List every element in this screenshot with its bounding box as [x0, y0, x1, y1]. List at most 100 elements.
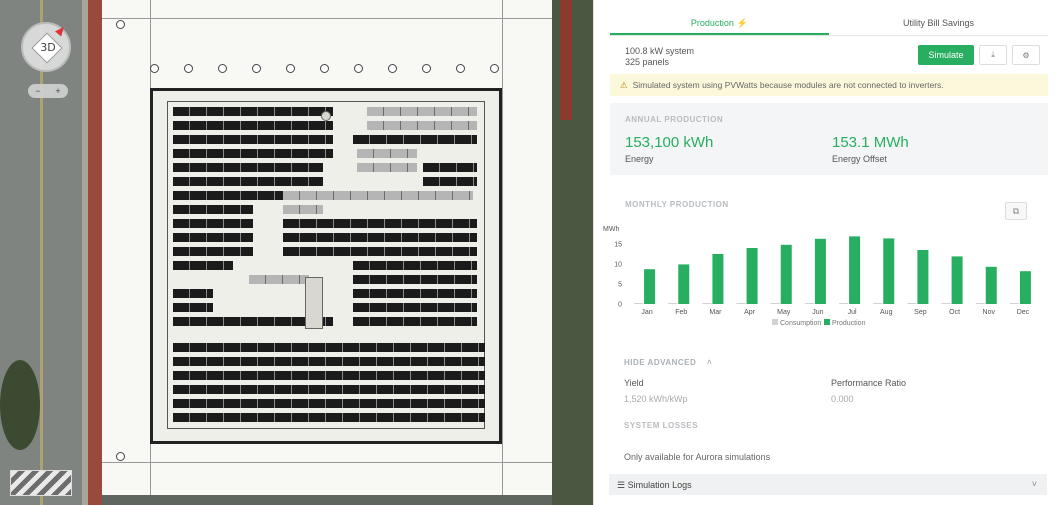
tab-utility-bill-savings[interactable]: Utility Bill Savings — [829, 10, 1048, 35]
copy-chart-button[interactable]: ⧉ — [1005, 202, 1027, 220]
panel-row[interactable] — [173, 289, 213, 298]
tab-bar: Production ⚡ Utility Bill Savings — [610, 10, 1048, 36]
panel-row[interactable] — [173, 385, 485, 394]
panel-row[interactable] — [173, 107, 333, 116]
panel-count: 325 panels — [625, 57, 670, 67]
y-axis-label: MWh — [603, 226, 619, 233]
panel-row[interactable] — [423, 177, 477, 186]
simulate-button[interactable]: Simulate — [918, 45, 974, 65]
panel-row[interactable] — [173, 205, 253, 214]
grid-bubble — [388, 64, 397, 73]
roof-vent[interactable] — [321, 111, 331, 121]
pvwatts-warning: ⚠ Simulated system using PVWatts because … — [610, 74, 1048, 96]
zoom-control[interactable]: − + — [28, 84, 68, 98]
roof-outline[interactable] — [150, 88, 502, 444]
panel-row[interactable] — [353, 289, 477, 298]
annual-production-card: ANNUAL PRODUCTION 153,100 kWh Energy 153… — [610, 103, 1048, 175]
panel-row[interactable] — [173, 303, 213, 312]
warning-icon: ⚠ — [620, 80, 628, 90]
legend-label: Production — [832, 320, 866, 327]
panel-row[interactable] — [173, 399, 485, 408]
legend-label: Consumption — [780, 320, 821, 327]
production-bar — [814, 238, 826, 304]
panel-row[interactable] — [367, 107, 477, 116]
monthly-production-chart: MWh 0 5 10 15 Jan Feb Mar Apr May Jun Jul Aug Sep Oct N… — [603, 226, 1031, 327]
consumption-bar — [1009, 303, 1019, 304]
x-tick-label: Apr — [744, 309, 756, 316]
panel-row[interactable] — [357, 149, 417, 158]
hide-advanced-toggle[interactable]: HIDE ADVANCED ˄ — [624, 358, 712, 367]
panel-row[interactable] — [173, 177, 323, 186]
production-bar — [917, 250, 929, 304]
panel-row[interactable] — [283, 205, 323, 214]
copy-icon: ⧉ — [1012, 205, 1020, 216]
grid-bubble — [116, 452, 125, 461]
panel-row[interactable] — [423, 163, 477, 172]
grid-bubble — [184, 64, 193, 73]
view-compass[interactable]: 3D — [21, 22, 71, 72]
consumption-bar — [975, 303, 985, 304]
gear-icon: ⚙ — [1022, 50, 1030, 60]
panel-row[interactable] — [173, 149, 333, 158]
monthly-production-title: MONTHLY PRODUCTION — [625, 200, 729, 209]
consumption-bar — [770, 303, 780, 304]
roof-obstruction[interactable] — [305, 277, 323, 329]
grid-bubble — [150, 64, 159, 73]
panel-row[interactable] — [353, 317, 477, 326]
simulation-logs-accordion[interactable]: ☰ Simulation Logs ˅ — [609, 474, 1047, 495]
tab-production[interactable]: Production ⚡ — [610, 10, 829, 35]
view-mode-label[interactable]: 3D — [23, 41, 73, 54]
x-tick-label: Feb — [675, 309, 687, 316]
panel-row[interactable] — [173, 343, 485, 352]
chevron-down-icon: ˅ — [1031, 479, 1037, 489]
panel-row[interactable] — [283, 219, 477, 228]
panel-row[interactable] — [353, 135, 477, 144]
panel-row[interactable] — [173, 247, 253, 256]
panel-row[interactable] — [353, 275, 477, 284]
simulation-logs-label: Simulation Logs — [627, 480, 692, 490]
production-bar — [1019, 271, 1031, 304]
production-bar — [746, 248, 758, 304]
annual-energy-label: Energy — [625, 154, 654, 164]
panel-row[interactable] — [353, 303, 477, 312]
panel-row[interactable] — [283, 247, 477, 256]
panel-row[interactable] — [353, 261, 477, 270]
zoom-in-button[interactable]: + — [55, 86, 60, 96]
panel-row[interactable] — [367, 121, 477, 130]
consumption-bar — [668, 303, 678, 304]
download-button[interactable]: ⤓ — [979, 45, 1007, 65]
grid-bubble — [252, 64, 261, 73]
settings-button[interactable]: ⚙ — [1012, 45, 1040, 65]
panel-row[interactable] — [283, 191, 473, 200]
crosswalk — [10, 470, 72, 496]
panel-row[interactable] — [283, 233, 477, 242]
warning-text: Simulated system using PVWatts because m… — [632, 80, 944, 90]
y-tick-label: 10 — [614, 262, 622, 269]
panel-row[interactable] — [173, 413, 485, 422]
zoom-out-button[interactable]: − — [35, 86, 40, 96]
panel-row[interactable] — [173, 121, 333, 130]
consumption-bar — [941, 303, 951, 304]
grid-bubble — [354, 64, 363, 73]
grid-bubble — [490, 64, 499, 73]
roof-plan-overlay[interactable] — [102, 0, 552, 495]
x-tick-label: Dec — [1017, 309, 1030, 316]
panel-row[interactable] — [357, 163, 417, 172]
panel-row[interactable] — [173, 219, 253, 228]
production-bar — [644, 269, 656, 304]
plan-gridline — [102, 18, 552, 19]
sidewalk — [88, 0, 102, 505]
panel-row[interactable] — [173, 261, 233, 270]
production-bar — [985, 266, 997, 304]
panel-row[interactable] — [173, 371, 485, 380]
panel-row[interactable] — [173, 357, 485, 366]
panel-row[interactable] — [173, 135, 333, 144]
grid-bubble — [456, 64, 465, 73]
panel-row[interactable] — [173, 163, 323, 172]
panel-row[interactable] — [249, 275, 309, 284]
panel-row[interactable] — [173, 233, 253, 242]
grid-bubble — [286, 64, 295, 73]
design-canvas[interactable]: 3D − + — [0, 0, 593, 505]
x-tick-label: Oct — [949, 309, 960, 316]
section-title: ANNUAL PRODUCTION — [625, 115, 724, 124]
